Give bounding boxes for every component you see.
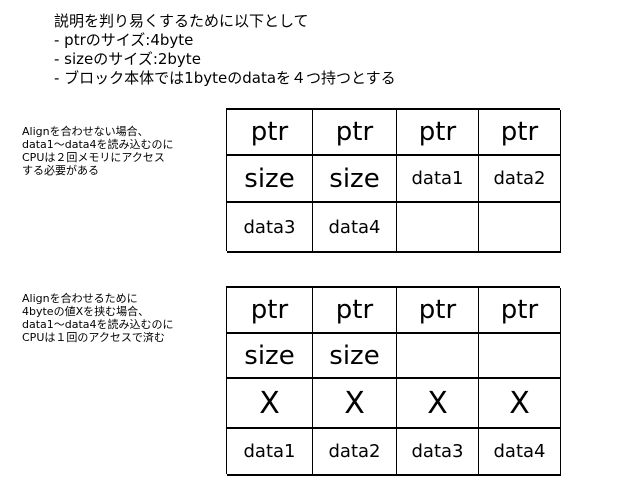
grid2-cell-padding-x: X: [479, 379, 561, 429]
grid1-cell-empty: [397, 203, 479, 253]
grid2-cell-ptr: ptr: [397, 288, 479, 334]
intro-line: 説明を判り易くするために以下として: [54, 12, 309, 30]
grid1-cell-ptr: ptr: [479, 110, 561, 156]
note-line: data1〜data4を読み込むのに: [22, 318, 174, 331]
grid2-cell-empty: [397, 334, 479, 379]
note-line: 4byteの値Xを挟む場合、: [22, 305, 150, 318]
grid2-cell-data3: data3: [397, 429, 479, 476]
grid1-cell-ptr: ptr: [227, 110, 313, 156]
grid1-cell-data3: data3: [227, 203, 313, 253]
aligned-memory-grid: ptr ptr ptr ptr size size X X X X data1 …: [226, 286, 561, 476]
grid2-cell-ptr: ptr: [313, 288, 397, 334]
grid2-cell-data2: data2: [313, 429, 397, 476]
grid2-cell-ptr: ptr: [479, 288, 561, 334]
note-line: する必要がある: [22, 164, 99, 177]
intro-line: - ptrのサイズ:4byte: [54, 31, 194, 49]
grid2-cell-padding-x: X: [313, 379, 397, 429]
aligned-note: Alignを合わせるために 4byteの値Xを挟む場合、 data1〜data4…: [22, 292, 174, 344]
note-line: Alignを合わせない場合、: [22, 125, 149, 138]
grid1-cell-data4: data4: [313, 203, 397, 253]
grid2-cell-padding-x: X: [397, 379, 479, 429]
grid2-cell-empty: [479, 334, 561, 379]
grid1-cell-empty: [479, 203, 561, 253]
grid2-cell-size: size: [227, 334, 313, 379]
unaligned-memory-grid: ptr ptr ptr ptr size size data1 data2 da…: [226, 108, 561, 253]
intro-line: - ブロック本体では1byteのdataを４つ持つとする: [54, 69, 396, 87]
unaligned-note: Alignを合わせない場合、 data1〜data4を読み込むのに CPUは２回…: [22, 125, 174, 177]
note-line: CPUは２回メモリにアクセス: [22, 151, 165, 164]
grid2-cell-size: size: [313, 334, 397, 379]
grid2-cell-data4: data4: [479, 429, 561, 476]
grid2-cell-padding-x: X: [227, 379, 313, 429]
grid2-cell-ptr: ptr: [227, 288, 313, 334]
grid1-cell-size: size: [227, 156, 313, 203]
grid1-cell-ptr: ptr: [313, 110, 397, 156]
grid1-cell-size: size: [313, 156, 397, 203]
note-line: data1〜data4を読み込むのに: [22, 138, 174, 151]
grid1-cell-data1: data1: [397, 156, 479, 203]
note-line: Alignを合わせるために: [22, 292, 138, 305]
intro-text: 説明を判り易くするために以下として - ptrのサイズ:4byte - size…: [54, 12, 396, 88]
grid1-cell-data2: data2: [479, 156, 561, 203]
grid1-cell-ptr: ptr: [397, 110, 479, 156]
note-line: CPUは１回のアクセスで済む: [22, 331, 165, 344]
intro-line: - sizeのサイズ:2byte: [54, 50, 201, 68]
grid2-cell-data1: data1: [227, 429, 313, 476]
